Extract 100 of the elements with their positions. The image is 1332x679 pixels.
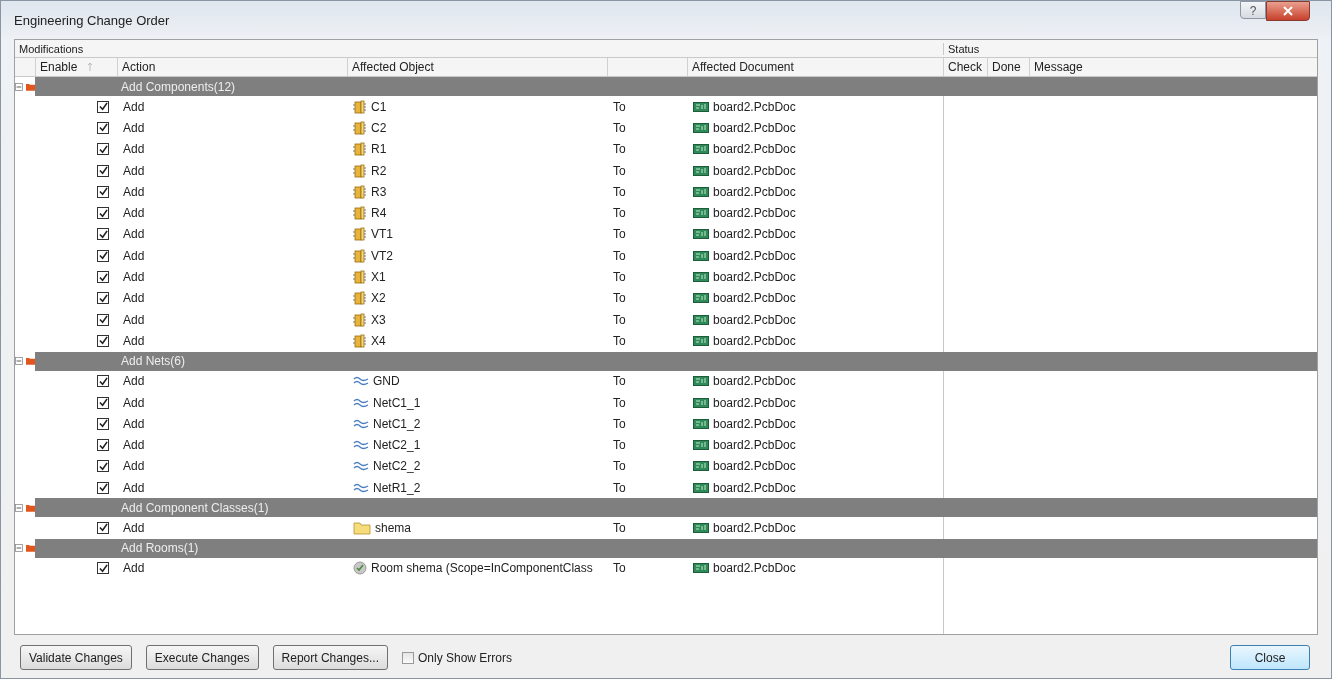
collapse-icon[interactable] [15,356,23,367]
pcb-document-icon [693,207,709,220]
document-name: board2.PcbDoc [713,184,796,199]
collapse-icon[interactable] [15,81,23,92]
group-header[interactable]: Add Component Classes(1) [35,498,1317,518]
object-name: C1 [371,99,387,114]
table-cell-text: To [612,120,627,135]
net-icon [353,396,369,409]
checkbox[interactable] [97,562,109,575]
object-name: NetR1_2 [373,480,421,495]
checkbox[interactable] [97,334,109,347]
document-name: board2.PcbDoc [713,480,796,495]
column-header[interactable]: Affected Document [687,58,943,76]
table-cell-text: To [612,163,627,178]
component-icon [353,184,367,199]
column-header[interactable]: Message [1029,58,1317,76]
pcb-document-icon [693,249,709,262]
checkbox[interactable] [97,249,109,262]
table-cell-text: Add [122,206,146,221]
column-header[interactable]: Done [987,58,1029,76]
table-cell-text: Add [122,521,146,535]
group-header[interactable]: Add Rooms(1) [35,538,1317,558]
close-dialog-button[interactable]: Close [1230,645,1310,670]
checkbox[interactable] [97,460,109,473]
object-name: R4 [371,206,387,221]
checkbox[interactable] [401,651,414,664]
table-cell-text: Add [122,312,146,327]
document-name: board2.PcbDoc [713,416,796,431]
group-label: Add Nets(6) [120,354,186,369]
document-name: board2.PcbDoc [713,521,796,535]
object-name: NetC1_2 [373,416,421,431]
checkbox[interactable] [97,439,109,452]
table-cell-text: To [612,521,627,535]
checkbox[interactable] [97,292,109,305]
table-cell-text: To [612,416,627,431]
object-name: NetC1_1 [373,395,421,410]
checkbox[interactable] [97,481,109,494]
column-header[interactable]: Check [943,58,987,76]
checkbox[interactable] [97,271,109,283]
section-header: Modifications [18,42,85,55]
net-icon [353,417,369,430]
action-button[interactable]: Execute Changes [145,645,259,670]
help-button[interactable]: ? [1240,1,1266,19]
table-cell-text: To [612,438,627,453]
table-cell-text: To [612,374,627,389]
action-button[interactable]: Validate Changes [20,645,132,670]
table-cell-text: Add [122,438,146,453]
object-name: VT2 [371,248,393,263]
pcb-document-icon [693,439,709,452]
document-name: board2.PcbDoc [713,206,796,221]
pcb-document-icon [693,460,709,473]
check-circle-icon [353,561,367,576]
group-header[interactable]: Add Nets(6) [35,351,1317,371]
checkbox[interactable] [97,228,109,241]
document-name: board2.PcbDoc [713,438,796,453]
table-cell-text: To [612,480,627,495]
table-cell-text: To [612,395,627,410]
checkbox[interactable] [97,121,109,134]
collapse-icon[interactable] [15,543,23,554]
group-header[interactable]: Add Components(12) [35,77,1317,96]
column-header[interactable]: Enable [35,58,117,76]
checkbox[interactable] [97,417,109,430]
checkbox[interactable] [97,396,109,409]
collapse-icon[interactable] [15,502,23,513]
object-name: X3 [371,312,386,327]
table-cell-text: Add [122,184,146,199]
pcb-document-icon [693,143,709,156]
object-name: GND [373,374,400,389]
checkbox[interactable] [97,143,109,156]
sort-arrow-icon [87,62,94,72]
table-cell-text: To [612,459,627,474]
group-label: Add Component Classes(1) [120,500,269,515]
object-name: C2 [371,120,387,135]
checkbox-label[interactable]: Only Show Errors [417,650,512,665]
document-name: board2.PcbDoc [713,374,796,389]
table-cell-text: Add [122,333,146,348]
column-header[interactable]: Action [117,58,347,76]
checkbox[interactable] [97,100,109,113]
pcb-document-icon [693,292,709,305]
document-name: board2.PcbDoc [713,163,796,178]
document-name: board2.PcbDoc [713,270,796,284]
object-name: X1 [371,270,386,284]
section-header: Status [943,42,1317,55]
checkbox[interactable] [97,185,109,198]
pcb-document-icon [693,121,709,134]
checkbox[interactable] [97,164,109,177]
window-title: Engineering Change Order [14,12,171,28]
net-icon [353,460,369,473]
pcb-document-icon [693,375,709,388]
pcb-document-icon [693,185,709,198]
object-name: shema [375,521,412,535]
checkbox[interactable] [97,207,109,220]
checkbox[interactable] [97,313,109,326]
action-button[interactable]: Report Changes... [272,645,388,670]
document-name: board2.PcbDoc [713,561,796,576]
checkbox[interactable] [97,375,109,388]
checkbox[interactable] [97,522,109,534]
table-cell-text: Add [122,480,146,495]
column-header[interactable]: Affected Object [347,58,607,76]
close-button[interactable] [1266,1,1310,21]
